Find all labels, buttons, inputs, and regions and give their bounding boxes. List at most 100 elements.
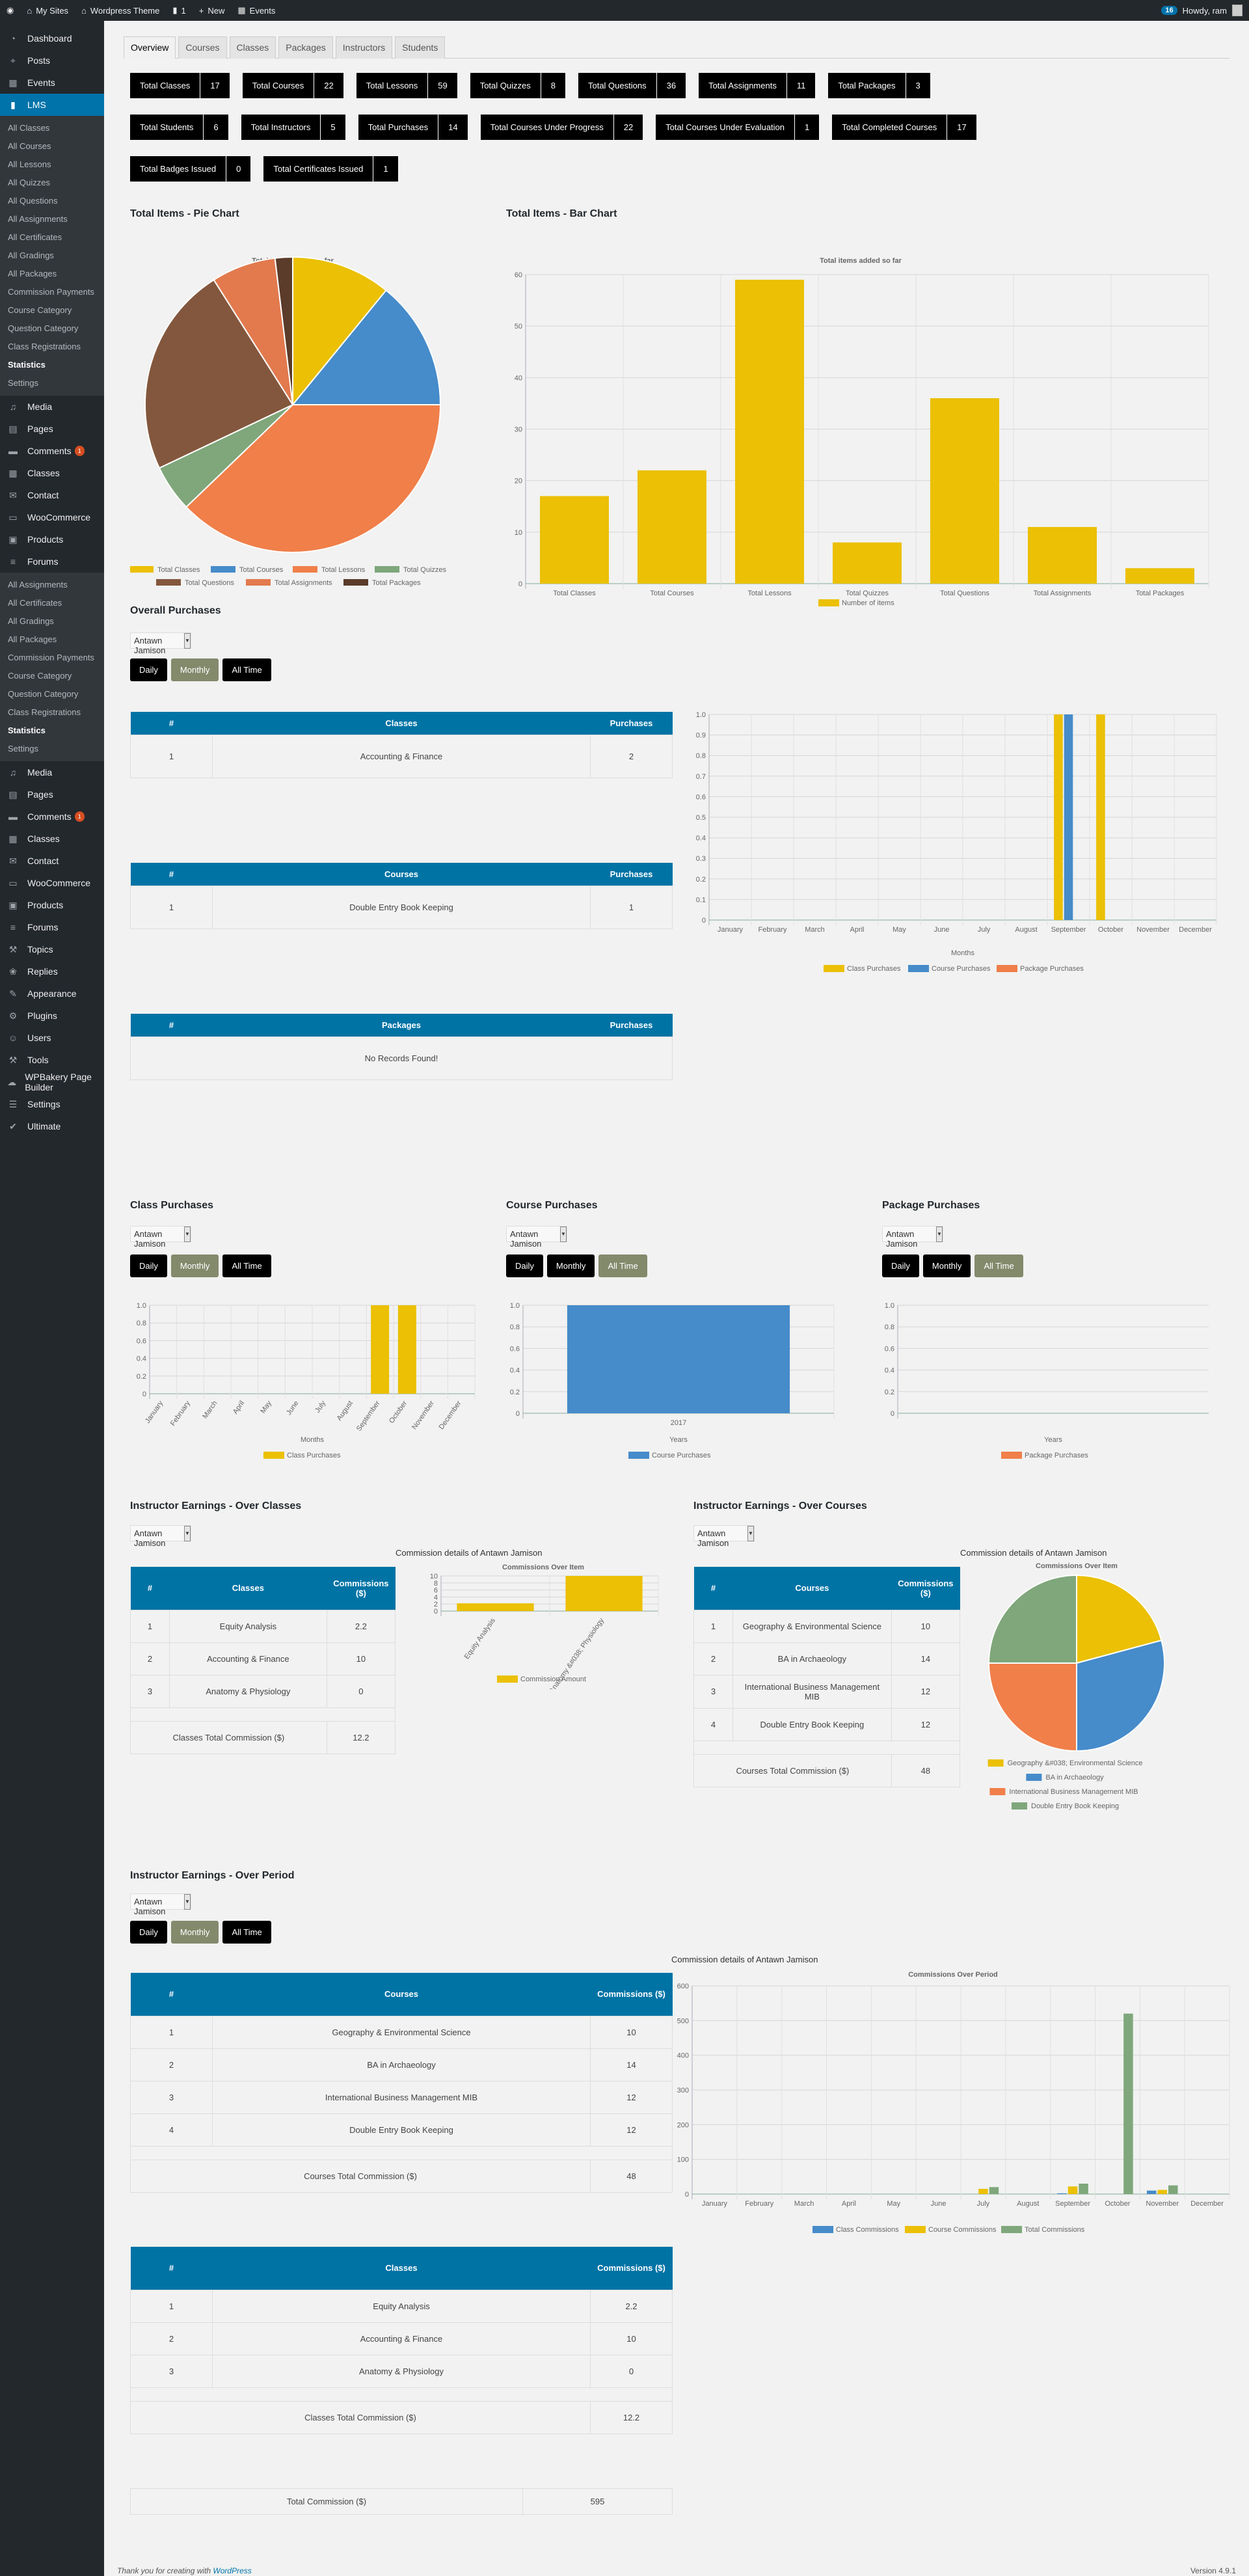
bar-class-purchases-october [397, 1305, 416, 1394]
my-sites-link[interactable]: ⌂ My Sites [20, 0, 75, 21]
sidebar-item-forums[interactable]: ≡ Forums [0, 916, 104, 938]
x-tick-label: Total Quizzes [846, 590, 889, 597]
submenu-item-all-classes[interactable]: All Classes [0, 119, 104, 137]
events-link[interactable]: ▦ Events [231, 0, 282, 21]
submenu-item-all-courses[interactable]: All Courses [0, 137, 104, 156]
sidebar-item-replies[interactable]: ❀ Replies [0, 960, 104, 983]
sidebar-item-media[interactable]: ♫ Media [0, 396, 104, 418]
submenu-item-all-packages[interactable]: All Packages [0, 265, 104, 283]
avatar[interactable] [1232, 5, 1242, 16]
daily-button[interactable]: Daily [506, 1254, 543, 1277]
sidebar-item-wpbakery-page-builder[interactable]: ☁ WPBakery Page Builder [0, 1071, 104, 1093]
monthly-button[interactable]: Monthly [170, 1921, 219, 1944]
sidebar-item-woocommerce[interactable]: ▭ WooCommerce [0, 506, 104, 528]
sidebar-item-label: Media [27, 401, 53, 412]
tab-classes[interactable]: Classes [229, 36, 276, 59]
submenu-item-commission-payments[interactable]: Commission Payments [0, 649, 104, 667]
submenu-item-course-category[interactable]: Course Category [0, 301, 104, 319]
sidebar-item-pages[interactable]: ▤ Pages [0, 418, 104, 440]
sidebar-item-posts[interactable]: ⌖ Posts [0, 49, 104, 72]
instructor-select[interactable]: Antawn Jamison ▼ [130, 632, 191, 655]
monthly-button[interactable]: Monthly [922, 1254, 971, 1277]
submenu-item-all-lessons[interactable]: All Lessons [0, 156, 104, 174]
earn-classes-instructor-select[interactable]: Antawn Jamison ▼ [130, 1525, 191, 1548]
daily-button[interactable]: Daily [882, 1254, 919, 1277]
sidebar-item-dashboard[interactable]: ◔ Dashboard [0, 27, 104, 49]
submenu-item-all-assignments[interactable]: All Assignments [0, 576, 104, 594]
sidebar-item-comments[interactable]: ▬ Comments 1 [0, 440, 104, 462]
daily-button[interactable]: Daily [130, 1254, 167, 1277]
sidebar-item-products[interactable]: ▣ Products [0, 894, 104, 916]
submenu-item-question-category[interactable]: Question Category [0, 319, 104, 338]
updates-badge[interactable]: 16 [1161, 6, 1177, 15]
sidebar-item-contact[interactable]: ✉ Contact [0, 850, 104, 872]
sidebar-item-settings[interactable]: ☰ Settings [0, 1093, 104, 1115]
tab-overview[interactable]: Overview [124, 36, 176, 59]
submenu-item-all-certificates[interactable]: All Certificates [0, 228, 104, 247]
howdy-user[interactable]: Howdy, ram [1183, 6, 1227, 16]
package-instructor-select[interactable]: Antawn Jamison ▼ [882, 1226, 943, 1249]
sidebar-item-events[interactable]: ▦ Events [0, 72, 104, 94]
sidebar-item-plugins[interactable]: ⚙ Plugins [0, 1005, 104, 1027]
monthly-button[interactable]: Monthly [170, 658, 219, 681]
site-name-link[interactable]: ⌂ Wordpress Theme [75, 0, 166, 21]
all-time-button[interactable]: All Time [222, 1254, 271, 1277]
sidebar-item-tools[interactable]: ⚒ Tools [0, 1049, 104, 1071]
monthly-button[interactable]: Monthly [546, 1254, 595, 1277]
all-time-button[interactable]: All Time [222, 658, 271, 681]
sidebar-item-classes[interactable]: ▦ Classes [0, 462, 104, 484]
col-purchases: Purchases [590, 1014, 673, 1037]
submenu-item-all-quizzes[interactable]: All Quizzes [0, 174, 104, 192]
submenu-item-statistics[interactable]: Statistics [0, 722, 104, 740]
wordpress-link[interactable]: WordPress [213, 2566, 251, 2575]
submenu-item-all-assignments[interactable]: All Assignments [0, 210, 104, 228]
course-instructor-select[interactable]: Antawn Jamison ▼ [506, 1226, 567, 1249]
sidebar-item-forums[interactable]: ≡ Forums [0, 550, 104, 573]
forums-icon: ≡ [10, 922, 16, 932]
tab-courses[interactable]: Courses [178, 36, 227, 59]
submenu-item-all-questions[interactable]: All Questions [0, 192, 104, 210]
sidebar-item-appearance[interactable]: ✎ Appearance [0, 983, 104, 1005]
submenu-item-statistics[interactable]: Statistics [0, 356, 104, 374]
sidebar-item-users[interactable]: ☺ Users [0, 1027, 104, 1049]
comments-link[interactable]: ▮ 1 [166, 0, 192, 21]
submenu-item-all-certificates[interactable]: All Certificates [0, 594, 104, 612]
sidebar-item-lms[interactable]: ▮ LMS [0, 94, 104, 116]
tab-packages[interactable]: Packages [278, 36, 333, 59]
sidebar-item-media[interactable]: ♫ Media [0, 761, 104, 783]
earn-courses-instructor-select[interactable]: Antawn Jamison ▼ [693, 1525, 755, 1548]
tab-students[interactable]: Students [395, 36, 446, 59]
all-time-button[interactable]: All Time [222, 1921, 271, 1944]
sidebar-item-ultimate[interactable]: ✔ Ultimate [0, 1115, 104, 1137]
submenu-item-question-category[interactable]: Question Category [0, 685, 104, 703]
sidebar-item-products[interactable]: ▣ Products [0, 528, 104, 550]
monthly-button[interactable]: Monthly [170, 1254, 219, 1277]
submenu-item-all-gradings[interactable]: All Gradings [0, 247, 104, 265]
woo-icon: ▭ [8, 511, 18, 522]
earn-period-instructor-select[interactable]: Antawn Jamison ▼ [130, 1893, 191, 1916]
submenu-item-course-category[interactable]: Course Category [0, 667, 104, 685]
daily-button[interactable]: Daily [130, 1921, 167, 1944]
col-classes: Classes [212, 712, 591, 735]
stat-value: 17 [957, 122, 967, 132]
sidebar-item-woocommerce[interactable]: ▭ WooCommerce [0, 872, 104, 894]
all-time-button[interactable]: All Time [598, 1254, 647, 1277]
sidebar-item-comments[interactable]: ▬ Comments 1 [0, 806, 104, 828]
sidebar-item-contact[interactable]: ✉ Contact [0, 484, 104, 506]
class-instructor-select[interactable]: Antawn Jamison ▼ [130, 1226, 191, 1249]
sidebar-item-pages[interactable]: ▤ Pages [0, 783, 104, 806]
submenu-item-commission-payments[interactable]: Commission Payments [0, 283, 104, 301]
new-content-link[interactable]: + New [193, 0, 232, 21]
sidebar-item-topics[interactable]: ⚒ Topics [0, 938, 104, 960]
all-time-button[interactable]: All Time [974, 1254, 1023, 1277]
submenu-item-all-packages[interactable]: All Packages [0, 630, 104, 649]
submenu-item-class-registrations[interactable]: Class Registrations [0, 703, 104, 722]
submenu-item-settings[interactable]: Settings [0, 374, 104, 392]
wordpress-logo-icon[interactable]: ◉ [0, 0, 20, 21]
tab-instructors[interactable]: Instructors [335, 36, 393, 59]
sidebar-item-classes[interactable]: ▦ Classes [0, 828, 104, 850]
submenu-item-settings[interactable]: Settings [0, 740, 104, 758]
submenu-item-all-gradings[interactable]: All Gradings [0, 612, 104, 630]
daily-button[interactable]: Daily [130, 658, 167, 681]
submenu-item-class-registrations[interactable]: Class Registrations [0, 338, 104, 356]
